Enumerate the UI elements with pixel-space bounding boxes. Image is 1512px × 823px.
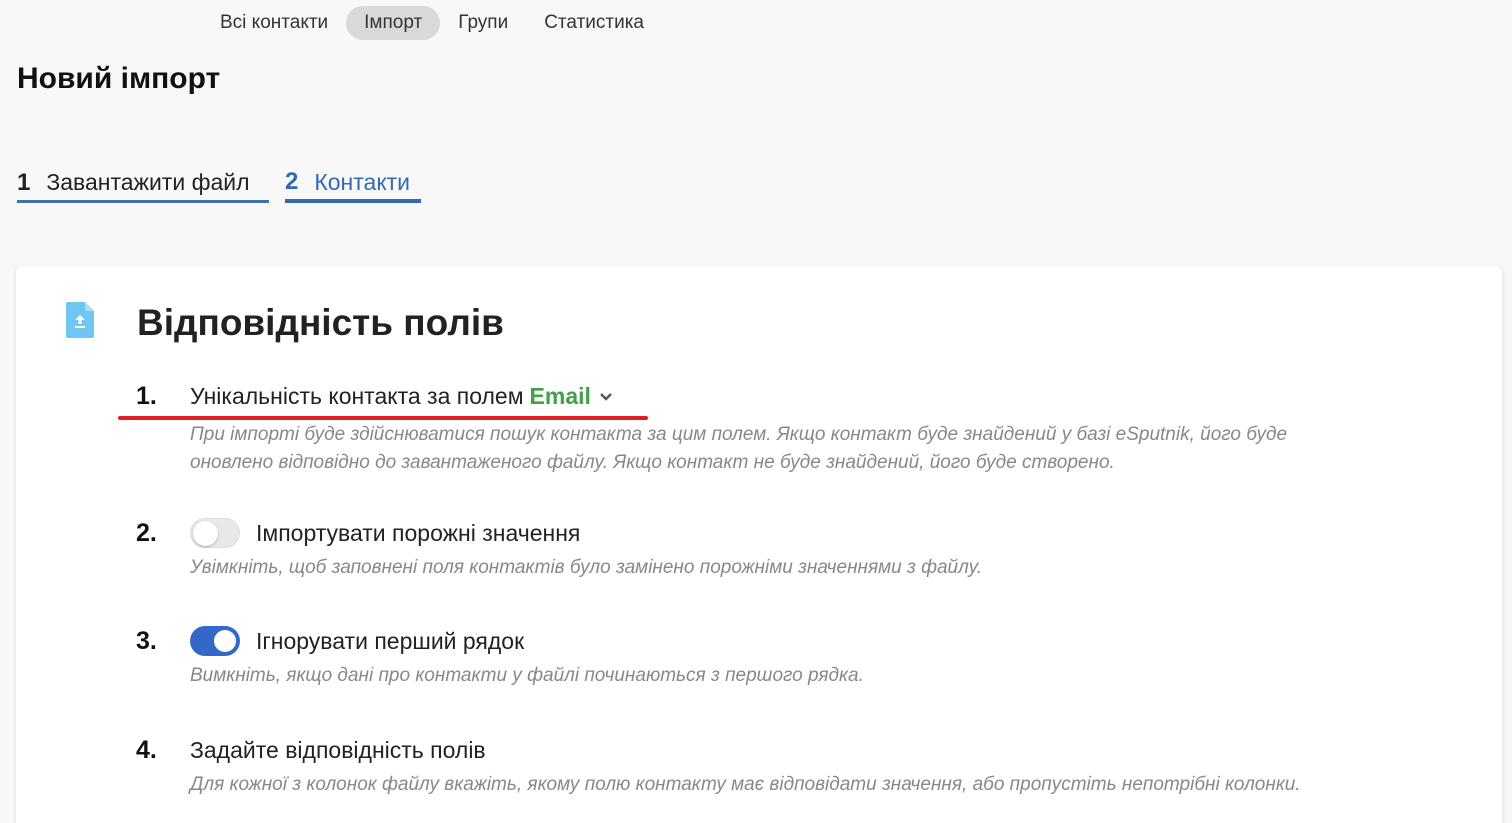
page-title: Новий імпорт — [17, 62, 221, 95]
item-label: Ігнорувати перший рядок — [256, 627, 525, 654]
card-title: Відповідність полів — [137, 302, 504, 343]
step-number: 1 — [17, 168, 31, 196]
step-label: Завантажити файл — [46, 169, 250, 195]
setting-import-empty: 2. Імпортувати порожні значення Увімкніт… — [136, 516, 1370, 582]
import-empty-toggle[interactable] — [190, 518, 240, 548]
item-description: При імпорті буде здійснюватися пошук кон… — [190, 424, 1288, 473]
setting-unique-field: 1. Унікальність контакта за полем Email П… — [136, 379, 1370, 477]
setting-ignore-first-row: 3. Ігнорувати перший рядок Вимкніть, якщ… — [136, 624, 1370, 690]
chevron-down-icon — [600, 393, 612, 402]
toggle-knob — [193, 521, 218, 546]
toggle-knob — [214, 630, 236, 652]
item-number: 2. — [136, 518, 157, 547]
item-label: Унікальність контакта за полем Email — [190, 383, 613, 410]
tab-groups[interactable]: Групи — [440, 6, 526, 40]
file-upload-icon — [66, 302, 94, 338]
annotation-underline — [118, 416, 648, 420]
top-navigation: Всі контакти Імпорт Групи Статистика — [202, 6, 662, 40]
item-number: 4. — [136, 735, 157, 764]
step-upload-file[interactable]: 1 Завантажити файл — [17, 165, 269, 203]
tab-statistics[interactable]: Статистика — [526, 6, 662, 40]
step-contacts[interactable]: 2 Контакти — [285, 165, 421, 203]
import-steps: 1 Завантажити файл 2 Контакти — [17, 165, 437, 203]
setting-field-mapping: 4. Задайте відповідність полів Для кожно… — [136, 733, 1370, 799]
item-label: Задайте відповідність полів — [190, 736, 486, 763]
item-description: Вимкніть, якщо дані про контакти у файлі… — [190, 665, 864, 686]
ignore-first-row-toggle[interactable] — [190, 626, 240, 656]
step-label: Контакти — [314, 168, 411, 195]
item-label: Імпортувати порожні значення — [256, 519, 581, 546]
unique-field-select[interactable]: Email — [530, 383, 613, 409]
item-description: Увімкніть, щоб заповнені поля контактів … — [190, 557, 983, 578]
item-description: Для кожної з колонок файлу вкажіть, яком… — [190, 774, 1301, 795]
item-number: 3. — [136, 626, 157, 655]
item-number: 1. — [136, 381, 157, 410]
tab-import[interactable]: Імпорт — [346, 6, 441, 40]
tab-all-contacts[interactable]: Всі контакти — [202, 6, 346, 40]
step-number: 2 — [285, 168, 299, 195]
field-mapping-card: Відповідність полів 1. Унікальність конт… — [16, 266, 1502, 823]
